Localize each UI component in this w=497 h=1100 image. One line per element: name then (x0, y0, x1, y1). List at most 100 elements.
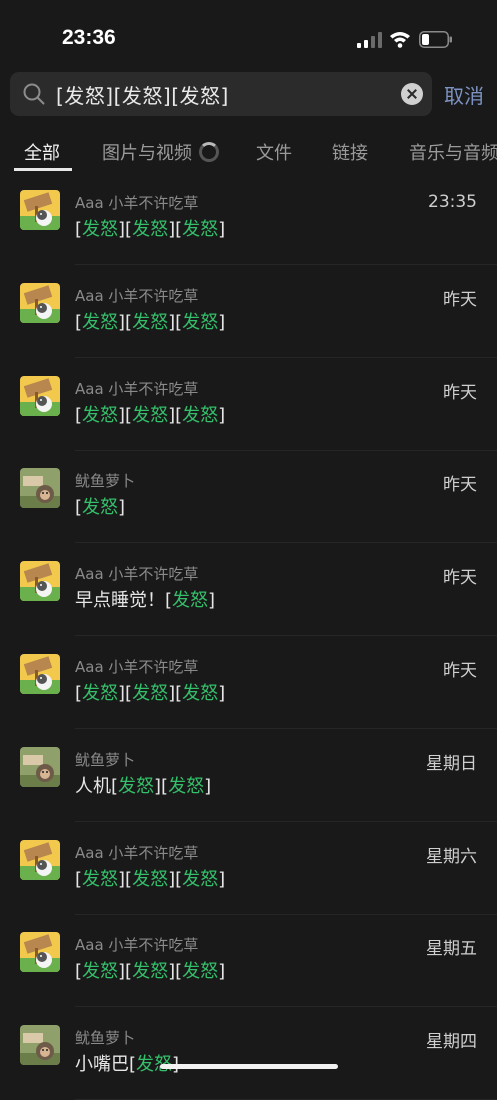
sheep-avatar (20, 932, 60, 973)
search-icon (23, 83, 45, 105)
message-segment: ][ (118, 219, 133, 240)
monkey-avatar (20, 1025, 60, 1066)
highlighted-match: 发怒 (132, 219, 169, 240)
search-input[interactable]: [发怒][发怒][发怒] (56, 80, 229, 109)
tab-images-videos[interactable]: 图片与视频 (102, 139, 192, 165)
message-segment: ] (218, 868, 226, 890)
message-segment: ][ (154, 775, 169, 797)
contact-name: Aaa 小羊不许吃草 (75, 658, 199, 676)
message-date: 星期六 (426, 846, 477, 867)
contact-name: 鱿鱼萝卜 (75, 1029, 136, 1048)
highlighted-match: 发怒 (132, 961, 169, 983)
highlighted-match: 发怒 (82, 219, 119, 240)
highlighted-match: 发怒 (82, 683, 119, 704)
home-indicator (160, 1064, 338, 1069)
message-date: 星期四 (426, 1032, 477, 1053)
status-time: 23:36 (62, 26, 116, 49)
message-segment: ][ (118, 404, 133, 426)
contact-name: Aaa 小羊不许吃草 (75, 936, 199, 955)
message-segment: ][ (168, 683, 183, 704)
message-segment: ][ (118, 311, 133, 333)
sheep-avatar (20, 375, 60, 416)
highlighted-match: 发怒 (182, 404, 219, 426)
message-segment: ] (218, 404, 226, 426)
highlighted-match: 发怒 (172, 590, 209, 612)
message-segment: ][ (168, 868, 183, 890)
message-segment: ][ (118, 868, 133, 890)
highlighted-match: 发怒 (182, 868, 219, 890)
message-date: 23:35 (428, 192, 477, 212)
message-segment: ][ (118, 683, 133, 704)
message-text: [发怒][发怒][发怒] (75, 308, 225, 334)
message-date: 星期五 (426, 939, 477, 960)
contact-name: Aaa 小羊不许吃草 (75, 194, 199, 212)
sheep-avatar (20, 839, 60, 880)
cancel-button[interactable]: 取消 (444, 80, 484, 109)
search-result-row[interactable]: Aaa 小羊不许吃草 昨天 [发怒][发怒][发怒] (0, 358, 497, 451)
tab-links[interactable]: 链接 (332, 139, 368, 165)
cellular-signal-icon (357, 32, 382, 48)
search-result-row[interactable]: Aaa 小羊不许吃草 昨天早点睡觉！[发怒] (0, 543, 497, 637)
highlighted-match: 发怒 (82, 497, 119, 519)
highlighted-match: 发怒 (82, 961, 119, 983)
monkey-avatar (20, 746, 60, 787)
message-segment: [ (75, 404, 83, 426)
message-date: 星期日 (426, 753, 477, 774)
message-segment: [ (75, 219, 83, 240)
tab-music-audio[interactable]: 音乐与音频 (409, 139, 497, 165)
highlighted-match: 发怒 (132, 404, 169, 426)
contact-name: Aaa 小羊不许吃草 (75, 286, 199, 305)
message-segment: [ (75, 311, 83, 333)
search-result-row[interactable]: Aaa 小羊不许吃草 星期五 [发怒][发怒][发怒] (0, 914, 497, 1008)
message-text: 早点睡觉！[发怒] (75, 586, 215, 612)
message-segment: [ (75, 497, 83, 519)
highlighted-match: 发怒 (118, 775, 155, 797)
search-result-row[interactable]: Aaa 小羊不许吃草 23:35 [发怒][发怒][发怒] (0, 172, 497, 265)
search-result-row[interactable]: Aaa 小羊不许吃草 昨天 [发怒][发怒][发怒] (0, 636, 497, 729)
message-segment: [ (75, 683, 83, 704)
message-segment: 人机[ (75, 775, 119, 797)
search-bar[interactable]: [发怒][发怒][发怒] (10, 72, 432, 116)
wifi-icon (390, 32, 410, 48)
highlighted-match: 发怒 (82, 311, 119, 333)
status-bar: 23:36 (0, 0, 497, 70)
message-segment: ] (118, 497, 126, 519)
message-date: 昨天 (443, 661, 477, 681)
sheep-avatar (20, 654, 60, 694)
message-segment: ][ (168, 311, 183, 333)
search-result-row[interactable]: 鱿鱼萝卜 昨天 [发怒] (0, 450, 497, 544)
message-segment: ] (218, 683, 226, 704)
highlighted-match: 发怒 (182, 683, 219, 704)
message-text: [发怒][发怒][发怒] (75, 215, 225, 241)
message-segment: [ (75, 868, 83, 890)
message-segment: 早点睡觉！[ (75, 590, 173, 612)
search-result-row[interactable]: 鱿鱼萝卜星期四小嘴巴[发怒] (0, 1007, 497, 1100)
search-result-row[interactable]: 鱿鱼萝卜 星期日 人机[发怒][发怒] (0, 729, 497, 822)
clear-search-icon[interactable] (401, 83, 423, 105)
message-segment: ][ (168, 219, 183, 240)
contact-name: Aaa 小羊不许吃草 (75, 565, 199, 584)
highlighted-match: 发怒 (182, 961, 219, 983)
contact-name: 鱿鱼萝卜 (75, 472, 136, 491)
tab-files[interactable]: 文件 (256, 139, 292, 165)
message-segment: ][ (168, 961, 183, 983)
sheep-avatar (20, 190, 60, 230)
message-segment: ][ (118, 961, 133, 983)
highlighted-match: 发怒 (82, 404, 119, 426)
message-date: 昨天 (443, 568, 477, 589)
message-text: [发怒] (75, 493, 125, 519)
tab-all[interactable]: 全部 (24, 139, 60, 165)
monkey-avatar (20, 468, 60, 509)
search-result-row[interactable]: Aaa 小羊不许吃草 星期六 [发怒][发怒][发怒] (0, 822, 497, 915)
search-result-row[interactable]: Aaa 小羊不许吃草 昨天 [发怒][发怒][发怒] (0, 265, 497, 358)
message-segment: ] (218, 311, 226, 333)
highlighted-match: 发怒 (182, 311, 219, 333)
highlighted-match: 发怒 (82, 868, 119, 890)
highlighted-match: 发怒 (132, 311, 169, 333)
message-date: 昨天 (443, 382, 477, 403)
message-segment: [ (75, 961, 83, 983)
message-segment: ] (204, 775, 212, 797)
highlighted-match: 发怒 (132, 683, 169, 704)
sheep-avatar (20, 561, 60, 602)
message-text: 人机[发怒][发怒] (75, 772, 211, 798)
